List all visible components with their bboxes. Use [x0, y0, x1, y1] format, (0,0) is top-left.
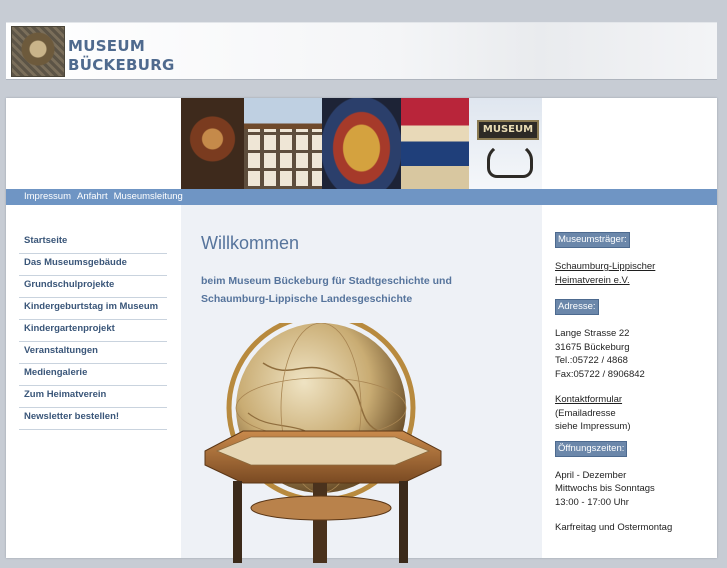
banner-photo-half-timbered-house — [244, 98, 322, 189]
banner-photo-museum-sign: MUSEUM — [469, 98, 542, 189]
sidebar-item-grundschulprojekte[interactable]: Grundschulprojekte — [19, 276, 167, 298]
info-column: Museumsträger: Schaumburg-Lippischer Hei… — [555, 232, 715, 535]
address-street: Lange Strasse 22 — [555, 328, 630, 339]
heimatverein-link[interactable]: Schaumburg-Lippischer Heimatverein e.V. — [555, 260, 715, 287]
top-nav-bar: Impressum Anfahrt Museumsleitung — [6, 189, 717, 205]
site-logo-text[interactable]: MUSEUM BÜCKEBURG — [68, 37, 175, 75]
address-city: 31675 Bückeburg — [555, 341, 630, 353]
museum-emblem-image[interactable] — [11, 26, 65, 77]
main-panel: MUSEUM Impressum Anfahrt Museumsleitung … — [6, 98, 717, 563]
nav-link-anfahrt[interactable]: Anfahrt — [77, 189, 108, 205]
nav-link-impressum[interactable]: Impressum — [24, 189, 71, 205]
sidebar-item-newsletter[interactable]: Newsletter bestellen! — [19, 408, 167, 430]
contact-form-link[interactable]: Kontaktformular — [555, 393, 715, 407]
banner-photo-traditional-costume — [401, 98, 469, 189]
closed-days: Karfreitag und Ostermontag — [555, 522, 673, 533]
sidebar-nav: Startseite Das Museumsgebäude Grundschul… — [19, 232, 167, 430]
site-header: MUSEUM BÜCKEBURG — [6, 22, 717, 80]
sidebar-item-mediengalerie[interactable]: Mediengalerie — [19, 364, 167, 386]
banner-photo-strip: MUSEUM — [181, 98, 542, 189]
opening-season: April - Dezember — [555, 469, 627, 481]
adresse-label-badge: Adresse: — [555, 299, 599, 315]
subtitle-line-1: beim Museum Bückeburg für Stadtgeschicht… — [201, 275, 452, 287]
globe-image — [203, 313, 443, 563]
banner-photo-ornament — [181, 98, 244, 189]
logo-line-2: BÜCKEBURG — [68, 56, 175, 74]
banner-photo-coat-of-arms — [322, 98, 401, 189]
museum-sign: MUSEUM — [477, 120, 539, 140]
sidebar-item-heimatverein[interactable]: Zum Heimatverein — [19, 386, 167, 408]
opening-hours-label-badge: Öffnungszeiten: — [555, 440, 628, 457]
content-area: Willkommen beim Museum Bückeburg für Sta… — [181, 205, 542, 563]
heimatverein-link-line-1: Schaumburg-Lippischer — [555, 261, 656, 272]
nav-link-museumsleitung[interactable]: Museumsleitung — [114, 189, 183, 205]
sidebar-item-kindergartenprojekt[interactable]: Kindergartenprojekt — [19, 320, 167, 342]
opening-hours: 13:00 - 17:00 Uhr — [555, 496, 629, 508]
phone-number: Tel.:05722 / 4868 — [555, 355, 628, 366]
traeger-label-badge: Museumsträger: — [555, 232, 630, 248]
sidebar-item-veranstaltungen[interactable]: Veranstaltungen — [19, 342, 167, 364]
heimatverein-link-line-2: Heimatverein e.V. — [555, 274, 630, 286]
opening-days: Mittwochs bis Sonntags — [555, 483, 655, 494]
subtitle-line-2: Schaumburg-Lippische Landesgeschichte — [201, 293, 413, 305]
email-note-line-2: siehe Impressum) — [555, 421, 631, 432]
email-note-line-1: (Emailadresse — [555, 407, 616, 419]
sidebar-item-museumsgebaeude[interactable]: Das Museumsgebäude — [19, 254, 167, 276]
page-subtitle: beim Museum Bückeburg für Stadtgeschicht… — [201, 272, 531, 308]
page-title: Willkommen — [201, 233, 300, 253]
globe-illustration — [204, 313, 442, 563]
sidebar-item-startseite[interactable]: Startseite — [19, 232, 167, 254]
fax-number: Fax:05722 / 8906842 — [555, 368, 645, 380]
sidebar-item-kindergeburtstag[interactable]: Kindergeburtstag im Museum — [19, 298, 167, 320]
sign-scroll-ornament — [487, 142, 533, 178]
logo-line-1: MUSEUM — [68, 37, 146, 55]
